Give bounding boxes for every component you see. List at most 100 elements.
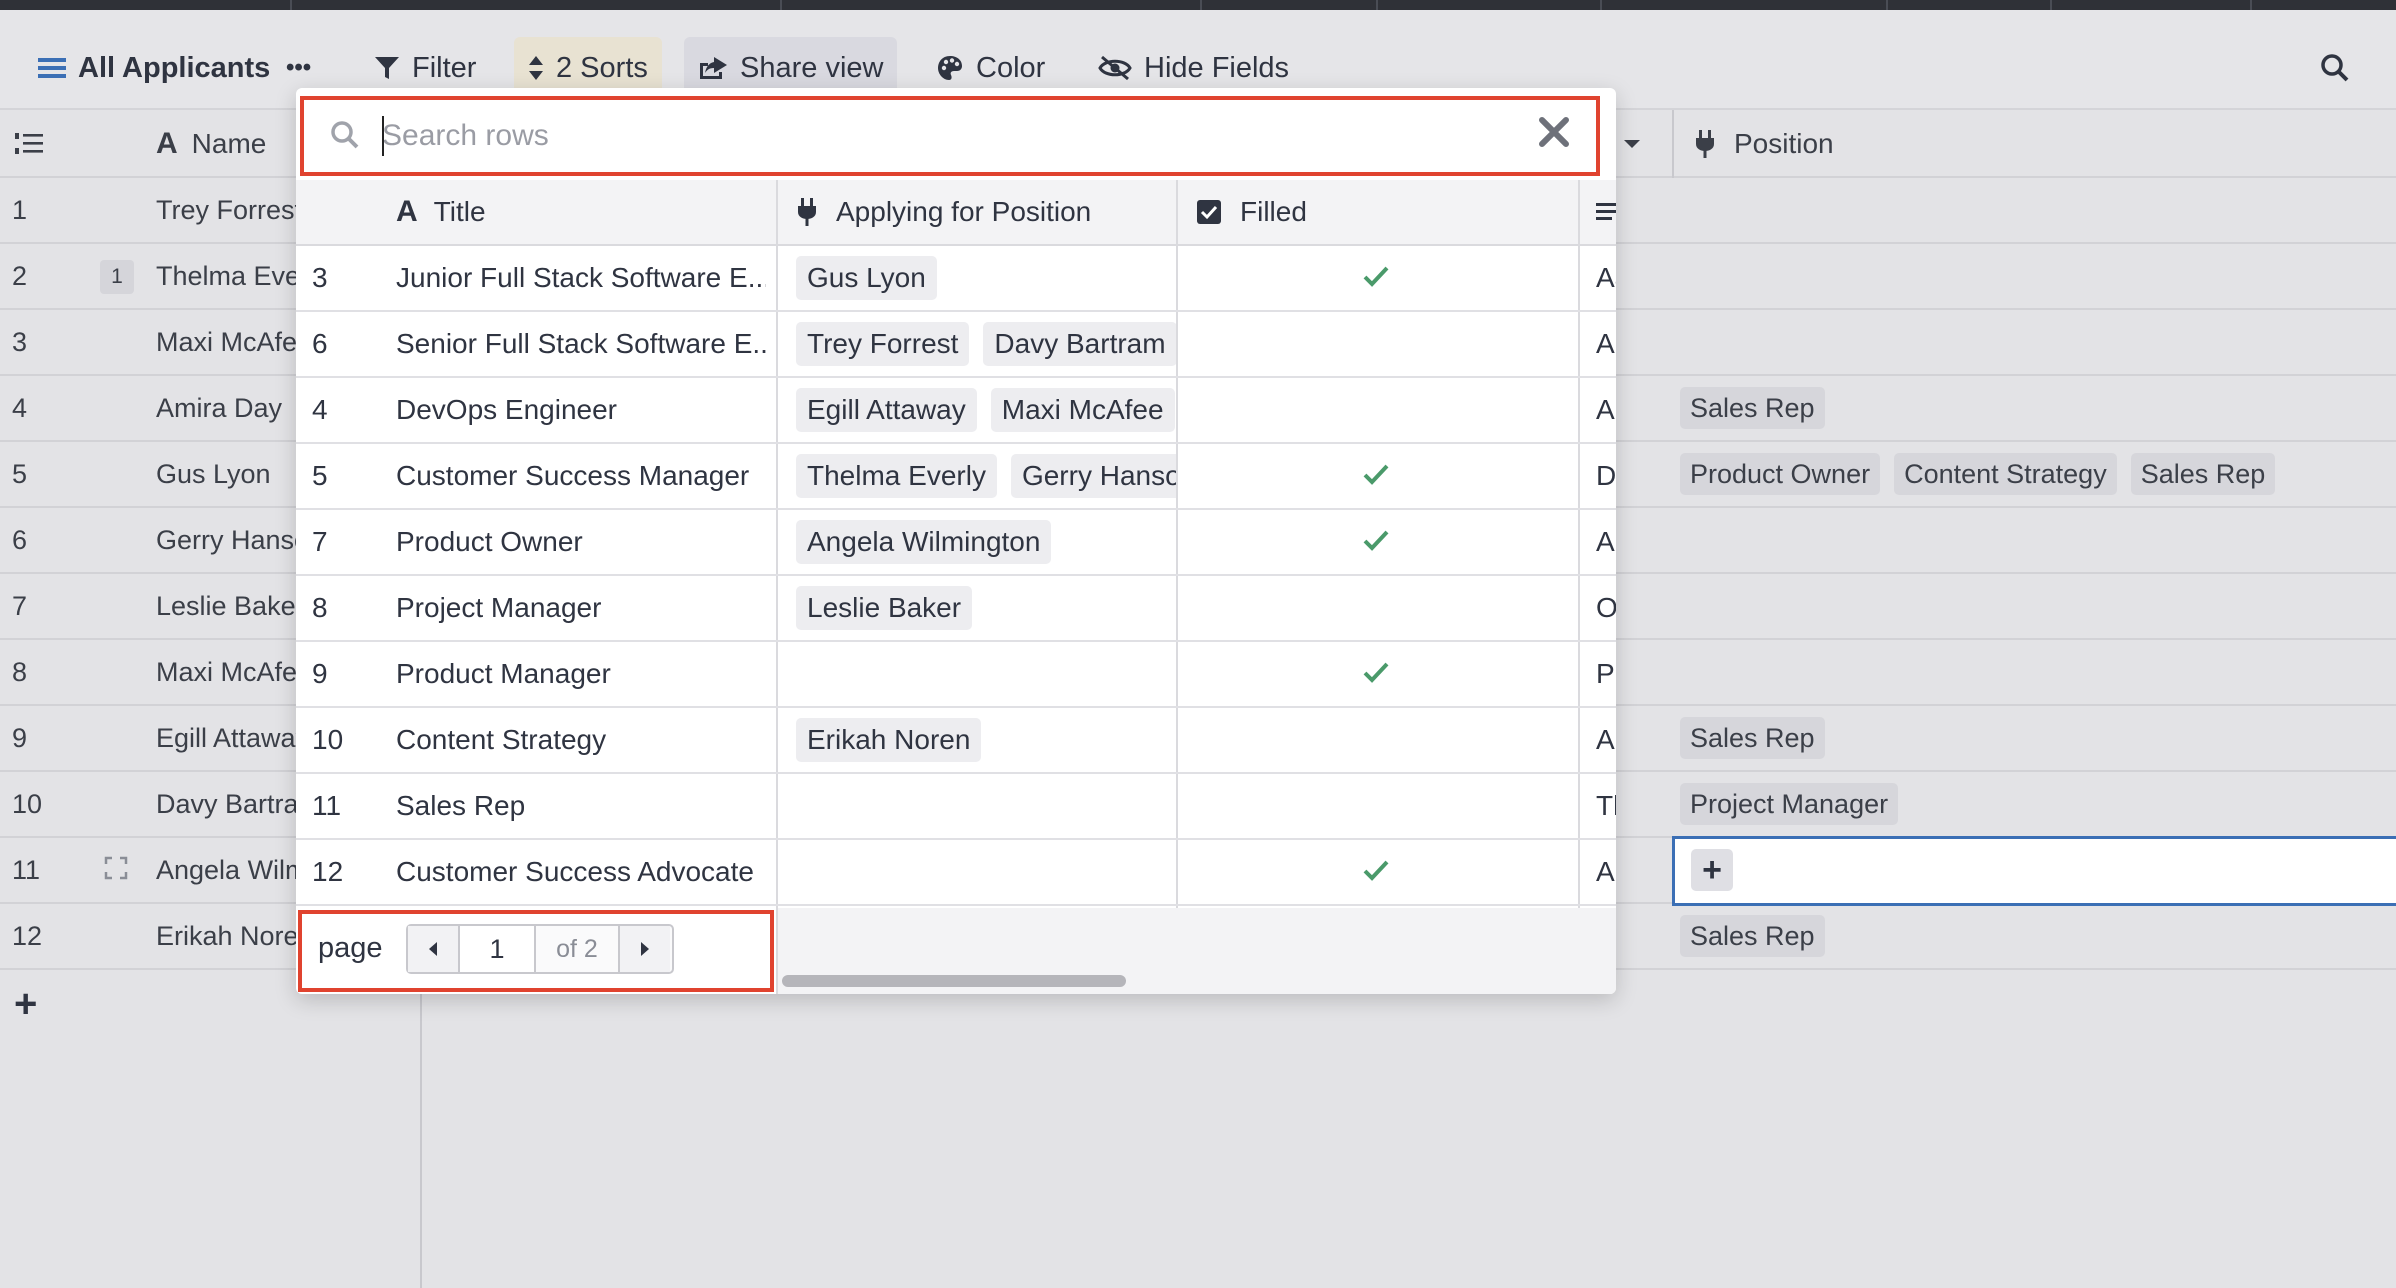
row-name[interactable]: Gus Lyon — [156, 442, 296, 506]
row-name[interactable]: Maxi McAfee — [156, 310, 296, 374]
row-description: P — [1596, 658, 1615, 689]
row-title: Project Manager — [396, 592, 602, 623]
share-label: Share view — [740, 51, 884, 84]
popup-row[interactable]: 4 DevOps Engineer Egill Attaway Maxi McA… — [296, 378, 1616, 444]
row-name[interactable]: Amira Day — [156, 376, 296, 440]
row-id: 9 — [312, 658, 328, 689]
position-tag: Project Manager — [1680, 783, 1899, 825]
check-icon — [1363, 530, 1389, 551]
row-name[interactable]: Maxi McAfee — [156, 640, 296, 704]
page-number-input[interactable]: 1 — [458, 926, 536, 972]
row-select-popup: A Title Applying for Position Filled ...… — [296, 88, 1616, 994]
add-link-button[interactable]: + — [1691, 849, 1733, 891]
row-name[interactable]: Leslie Baker — [156, 574, 296, 638]
applicant-tag: Trey Forrest — [796, 322, 970, 366]
position-cell[interactable]: Sales Rep — [1680, 376, 1825, 440]
search-toggle-button[interactable] — [2306, 37, 2376, 99]
comment-count-badge[interactable]: 1 — [100, 260, 134, 294]
page-total: of 2 — [536, 926, 620, 972]
views-menu-button[interactable]: All Applicants — [24, 37, 284, 99]
position-tag: Sales Rep — [1680, 387, 1825, 429]
row-number: 6 — [12, 524, 28, 555]
row-number: 3 — [12, 326, 28, 357]
horizontal-scrollbar[interactable] — [782, 975, 1126, 987]
column-header-filled: Filled — [1196, 180, 1307, 244]
column-header-applying: Applying for Position — [796, 180, 1091, 244]
expand-row-icon[interactable] — [104, 856, 128, 880]
column-divider — [1672, 110, 1674, 178]
popup-row[interactable]: 10 Content Strategy Erikah Noren A — [296, 708, 1616, 774]
check-icon — [1363, 860, 1389, 881]
row-count-icon[interactable] — [14, 110, 44, 178]
row-name[interactable]: Thelma Everly — [156, 244, 296, 308]
row-id: 4 — [312, 394, 328, 425]
popup-row[interactable]: 5 Customer Success Manager Thelma Everly… — [296, 444, 1616, 510]
row-description: Tl — [1596, 790, 1616, 821]
search-rows-box — [300, 96, 1600, 176]
selected-position-cell[interactable]: + — [1672, 836, 2396, 906]
column-header-description: ... — [1596, 180, 1616, 244]
applicants-cell: Thelma Everly Gerry Hanson — [796, 444, 1176, 508]
popup-row[interactable]: 8 Project Manager Leslie Baker O — [296, 576, 1616, 642]
row-title: Senior Full Stack Software E... — [396, 328, 766, 359]
link-field-icon — [1696, 130, 1714, 158]
column-header-name[interactable]: A Name — [156, 110, 266, 178]
applicant-tag: Davy Bartram — [983, 322, 1176, 366]
position-cell[interactable]: Sales Rep — [1680, 904, 1825, 968]
column-dropdown-icon[interactable] — [1622, 110, 1642, 178]
applicants-cell: Angela Wilmington — [796, 510, 1176, 574]
row-name[interactable]: Davy Bartram — [156, 772, 296, 836]
row-name[interactable]: Trey Forrest — [156, 178, 296, 242]
check-icon — [1363, 266, 1389, 287]
popup-row[interactable]: 12 Customer Success Advocate A — [296, 840, 1616, 906]
add-row-button[interactable]: + — [14, 982, 37, 1027]
row-name[interactable]: Gerry Hanson — [156, 508, 296, 572]
popup-row[interactable]: 9 Product Manager P — [296, 642, 1616, 708]
popup-row[interactable]: 7 Product Owner Angela Wilmington A — [296, 510, 1616, 576]
popup-row[interactable]: 3 Junior Full Stack Software E... Gus Ly… — [296, 246, 1616, 312]
row-id: 10 — [312, 724, 344, 755]
row-title: Junior Full Stack Software E... — [396, 262, 766, 293]
popup-row[interactable]: 11 Sales Rep Tl — [296, 774, 1616, 840]
search-rows-input[interactable] — [382, 112, 1482, 160]
share-icon — [700, 57, 727, 79]
position-tag: Product Owner — [1680, 453, 1881, 495]
row-name[interactable]: Angela Wilmington — [156, 838, 296, 902]
link-field-icon — [798, 198, 816, 226]
next-page-button[interactable] — [620, 926, 670, 972]
page-label: page — [318, 932, 383, 964]
row-description: D... — [1596, 460, 1616, 491]
check-icon — [1363, 464, 1389, 485]
position-tag: Sales Rep — [1680, 717, 1825, 759]
hide-fields-label: Hide Fields — [1144, 51, 1290, 84]
applicants-cell: Erikah Noren — [796, 708, 1176, 772]
position-tag: Content Strategy — [1894, 453, 2117, 495]
popup-row[interactable]: 6 Senior Full Stack Software E... Trey F… — [296, 312, 1616, 378]
pagination: page 1 of 2 — [298, 910, 774, 992]
row-title: Product Manager — [396, 658, 611, 689]
applicant-tag: Egill Attaway — [796, 388, 977, 432]
applicant-tag: Gus Lyon — [796, 256, 937, 300]
pager-control: 1 of 2 — [406, 924, 674, 974]
text-field-icon: A — [156, 127, 178, 160]
applying-column-label: Applying for Position — [836, 196, 1092, 227]
row-number: 5 — [12, 458, 28, 489]
prev-page-button[interactable] — [408, 926, 458, 972]
row-name[interactable]: Erikah Noren — [156, 904, 296, 968]
row-title: Content Strategy — [396, 724, 607, 755]
position-cell[interactable]: Sales Rep — [1680, 706, 1825, 770]
filter-label: Filter — [412, 51, 477, 84]
position-cell[interactable]: Project Manager — [1680, 772, 1899, 836]
row-description: Aa... — [1596, 262, 1616, 293]
row-id: 5 — [312, 460, 328, 491]
position-cell[interactable]: Product Owner Content Strategy Sales Rep — [1680, 442, 2276, 506]
column-header-position[interactable]: Position — [1694, 110, 1834, 178]
row-number: 11 — [12, 854, 41, 885]
check-icon — [1363, 662, 1389, 683]
applicant-tag: Thelma Everly — [796, 454, 997, 498]
applicant-tag: Gerry Hanson — [1010, 454, 1176, 498]
close-icon[interactable] — [1536, 114, 1572, 150]
row-name[interactable]: Egill Attaway — [156, 706, 296, 770]
title-column-label: Title — [433, 196, 486, 227]
filled-column-label: Filled — [1240, 196, 1307, 227]
